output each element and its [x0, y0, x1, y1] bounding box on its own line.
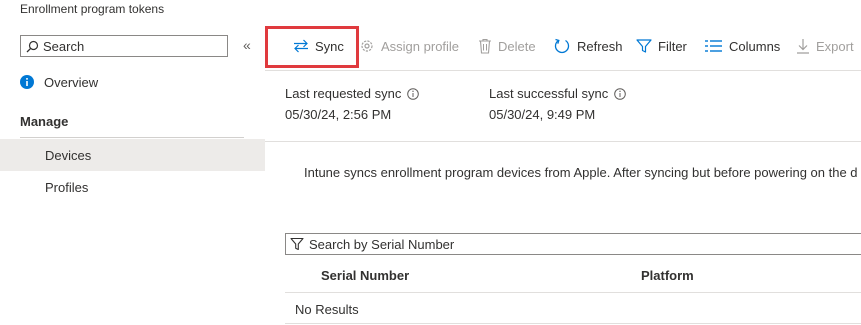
assign-profile-button[interactable]: Assign profile — [359, 34, 459, 58]
divider — [265, 141, 861, 142]
refresh-button[interactable]: Refresh — [553, 34, 623, 58]
filter-icon — [290, 237, 304, 251]
delete-label: Delete — [498, 38, 536, 54]
toolbar-divider — [265, 70, 861, 71]
sidebar-item-profiles[interactable]: Profiles — [0, 171, 265, 203]
columns-label: Columns — [729, 38, 781, 54]
search-icon — [26, 40, 39, 53]
serial-number-search-placeholder: Search by Serial Number — [309, 236, 455, 252]
refresh-label: Refresh — [577, 38, 623, 54]
last-requested-sync-value: 05/30/24, 2:56 PM — [285, 107, 392, 122]
sidebar-item-overview[interactable]: Overview — [0, 66, 265, 98]
assign-profile-label: Assign profile — [381, 38, 460, 54]
divider — [285, 292, 861, 293]
sync-label: Sync — [315, 38, 344, 54]
sync-icon — [293, 39, 309, 53]
description-text: Intune syncs enrollment program devices … — [304, 165, 858, 180]
column-header-serial-number[interactable]: Serial Number — [321, 268, 409, 283]
trash-icon — [478, 38, 492, 54]
section-title-manage: Manage — [20, 114, 69, 129]
filter-icon — [636, 38, 652, 54]
last-requested-sync-text: Last requested sync — [285, 86, 402, 101]
last-successful-sync-label: Last successful sync — [489, 86, 627, 101]
sidebar-item-label: Devices — [45, 147, 92, 163]
last-successful-sync-value: 05/30/24, 9:49 PM — [489, 107, 596, 122]
columns-button[interactable]: Columns — [705, 34, 780, 58]
serial-number-search-input[interactable]: Search by Serial Number — [285, 233, 861, 255]
column-header-platform[interactable]: Platform — [641, 268, 694, 283]
columns-icon — [705, 39, 723, 53]
empty-state-text: No Results — [295, 302, 359, 317]
sidebar-search-placeholder: Search — [43, 38, 85, 54]
sidebar-item-devices[interactable]: Devices — [0, 139, 265, 171]
filter-button[interactable]: Filter — [636, 34, 687, 58]
collapse-sidebar-button[interactable]: « — [243, 37, 251, 53]
sidebar-item-label: Overview — [44, 74, 99, 90]
gear-icon — [359, 38, 375, 54]
export-label: Export — [816, 38, 854, 54]
breadcrumb[interactable]: Enrollment program tokens — [20, 2, 164, 16]
last-requested-sync-label: Last requested sync — [285, 86, 420, 101]
download-icon — [796, 38, 810, 54]
divider — [20, 137, 244, 138]
last-successful-sync-text: Last successful sync — [489, 86, 609, 101]
sync-button[interactable]: Sync — [293, 34, 344, 58]
refresh-icon — [553, 37, 571, 55]
info-circle-icon[interactable] — [614, 87, 627, 100]
info-icon — [20, 75, 34, 89]
sidebar-item-label: Profiles — [45, 179, 89, 195]
export-button[interactable]: Export — [796, 34, 854, 58]
delete-button[interactable]: Delete — [478, 34, 536, 58]
filter-label: Filter — [658, 38, 687, 54]
divider — [285, 323, 861, 324]
sidebar-search-input[interactable]: Search — [20, 35, 228, 57]
info-circle-icon[interactable] — [407, 87, 420, 100]
